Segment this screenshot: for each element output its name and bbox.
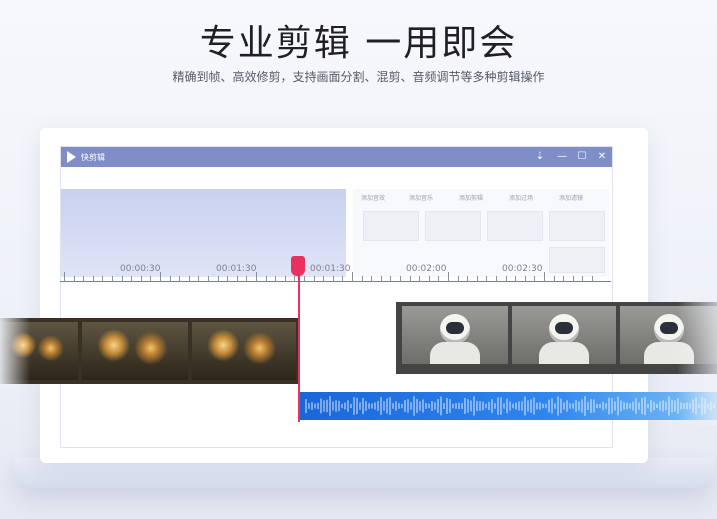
timecode-label: 00:01:30 — [216, 264, 257, 274]
ruler-tick — [361, 276, 363, 282]
ruler-tick — [208, 276, 209, 282]
ruler-tick — [553, 276, 555, 282]
ruler-tick — [265, 276, 267, 282]
video-clip-lights[interactable] — [0, 318, 298, 384]
ruler-tick — [323, 276, 325, 282]
ruler-tick — [112, 276, 113, 282]
ruler-tick — [121, 276, 123, 282]
ruler-tick — [428, 276, 430, 282]
ruler-tick — [332, 276, 334, 282]
tab-clips[interactable]: 添加剪辑 — [459, 193, 483, 202]
tab-sound-effects[interactable]: 添加音效 — [361, 193, 385, 202]
ruler-tick — [294, 276, 296, 282]
ruler-tick — [457, 276, 459, 282]
app-title: 快剪辑 — [81, 153, 105, 162]
ruler-tick — [505, 276, 507, 282]
timecode-label: 00:01:30 — [310, 264, 351, 274]
video-clip-astronaut[interactable] — [396, 302, 717, 374]
tab-transitions[interactable]: 添加过场 — [509, 193, 533, 202]
playhead[interactable] — [298, 262, 300, 422]
close-button[interactable]: ✕ — [595, 150, 609, 164]
asset-panel: 添加音效 添加音乐 添加剪辑 添加过场 添加滤镜 — [353, 189, 609, 277]
ruler-tick — [131, 276, 133, 282]
minimize-button[interactable]: — — [555, 150, 569, 164]
asset-tile[interactable] — [425, 211, 481, 241]
clip-frame — [512, 306, 616, 364]
ruler-tick — [496, 276, 497, 282]
ruler-tick — [92, 276, 94, 282]
ruler-tick — [236, 276, 238, 282]
ruler-tick — [352, 272, 353, 282]
asset-tile[interactable] — [549, 211, 605, 241]
app-logo-icon — [67, 151, 76, 163]
tab-filters[interactable]: 添加滤镜 — [559, 193, 583, 202]
ruler-tick — [371, 276, 373, 282]
download-icon[interactable]: ⇣ — [533, 150, 547, 164]
clip-frame — [402, 306, 508, 364]
ruler-tick — [227, 276, 229, 282]
ruler-tick — [448, 272, 449, 282]
ruler-tick — [150, 276, 152, 282]
ruler-tick — [563, 276, 565, 282]
fade-overlay — [677, 300, 717, 425]
ruler-tick — [140, 276, 142, 282]
ruler-tick — [102, 276, 104, 282]
ruler-tick — [544, 272, 545, 282]
ruler-tick — [169, 276, 171, 282]
ruler-tick — [524, 276, 526, 282]
asset-tile[interactable] — [487, 211, 543, 241]
subline: 精确到帧、高效修剪，支持画面分割、混剪、音频调节等多种剪辑操作 — [172, 70, 545, 84]
ruler-tick — [592, 276, 593, 282]
timecode-label: 00:00:30 — [120, 264, 161, 274]
ruler-tick — [409, 276, 411, 282]
timecode-label: 00:02:00 — [406, 264, 447, 274]
ruler-tick — [476, 276, 478, 282]
titlebar: 快剪辑 ⇣ — ☐ ✕ — [61, 147, 612, 167]
ruler-tick — [438, 276, 440, 282]
ruler-tick — [304, 276, 305, 282]
asset-tile[interactable] — [549, 247, 605, 273]
ruler-tick — [534, 276, 536, 282]
clip-frame — [192, 322, 296, 380]
ruler-tick — [486, 276, 488, 282]
ruler-tick — [198, 276, 200, 282]
timecode-label: 00:02:30 — [502, 264, 543, 274]
waveform — [305, 396, 715, 416]
ruler-tick — [246, 276, 248, 282]
timeline-ruler[interactable] — [60, 281, 611, 282]
tab-music[interactable]: 添加音乐 — [409, 193, 433, 202]
ruler-tick — [179, 276, 181, 282]
ruler-tick — [390, 276, 392, 282]
ruler-tick — [64, 272, 65, 282]
ruler-tick — [467, 276, 469, 282]
ruler-tick — [572, 276, 574, 282]
fade-overlay — [0, 300, 30, 390]
ruler-tick — [380, 276, 382, 282]
ruler-tick — [83, 276, 85, 282]
ruler-tick — [515, 276, 517, 282]
ruler-tick — [73, 276, 75, 282]
ruler-tick — [342, 276, 344, 282]
ruler-tick — [419, 276, 421, 282]
ruler-tick — [582, 276, 584, 282]
ruler-tick — [275, 276, 277, 282]
audio-track[interactable] — [300, 392, 717, 420]
ruler-tick — [217, 276, 219, 282]
ruler-tick — [313, 276, 315, 282]
clip-frame — [82, 322, 188, 380]
ruler-tick — [188, 276, 190, 282]
ruler-tick — [400, 276, 401, 282]
ruler-tick — [284, 276, 286, 282]
headline: 专业剪辑 一用即会 — [199, 23, 518, 64]
asset-tile[interactable] — [363, 211, 419, 241]
maximize-button[interactable]: ☐ — [575, 150, 589, 164]
